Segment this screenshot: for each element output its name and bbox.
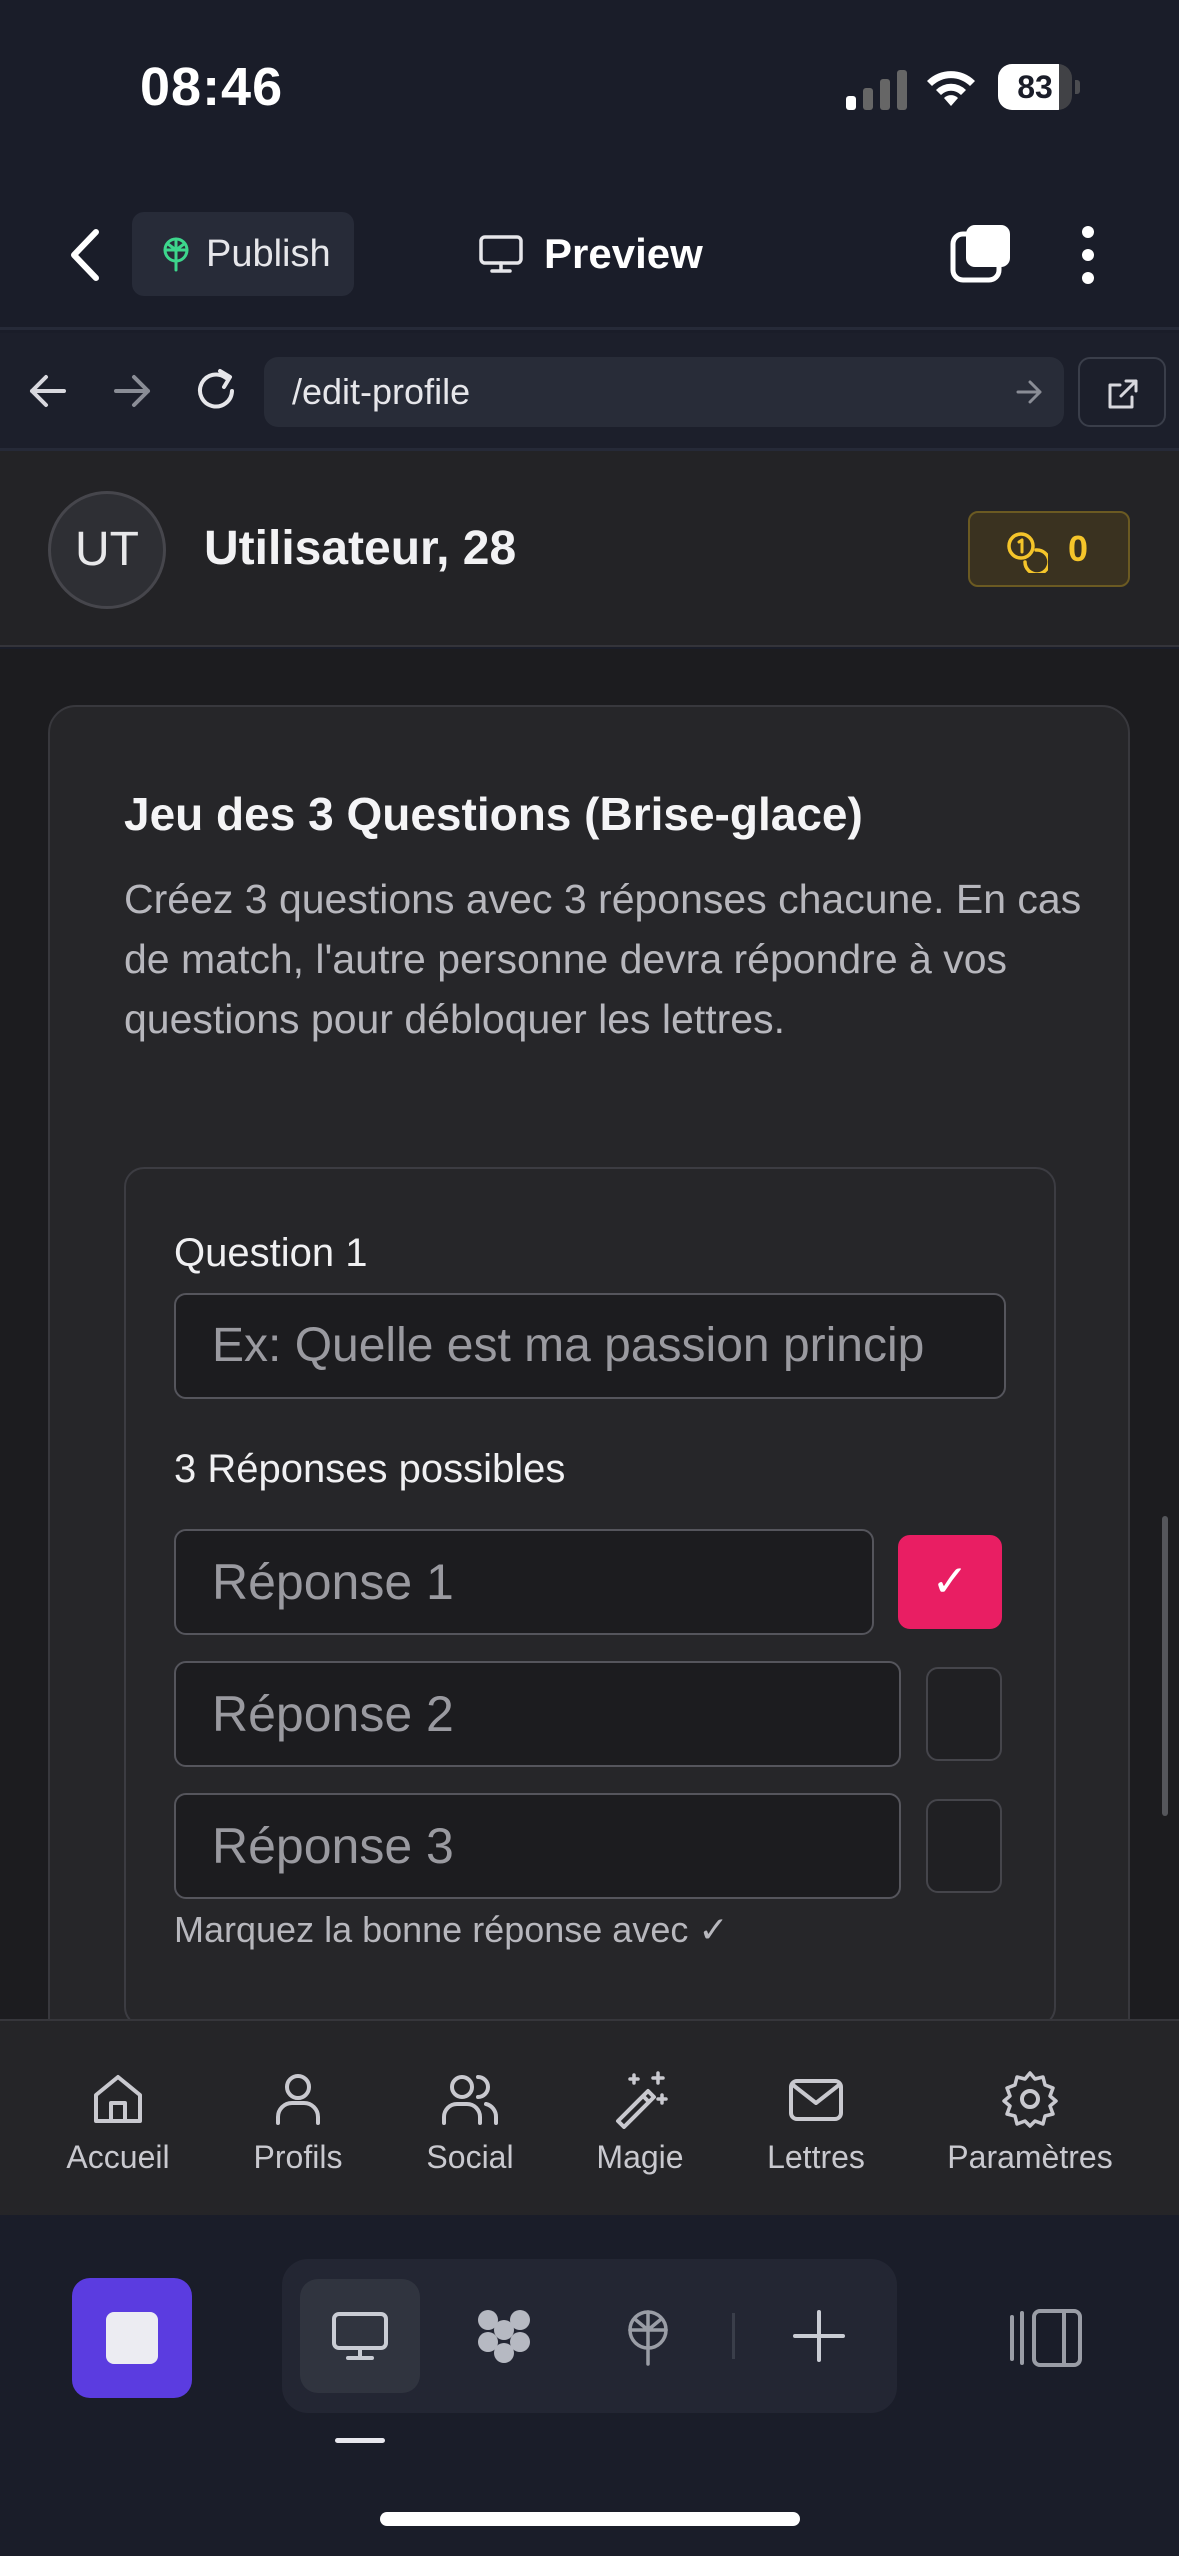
browser-bar: /edit-profile (0, 333, 1179, 451)
url-text: /edit-profile (292, 371, 471, 412)
preview-view-button[interactable] (300, 2279, 420, 2393)
monitor-icon (479, 235, 523, 273)
more-options-icon[interactable] (1070, 224, 1106, 286)
cellular-signal-icon (846, 70, 907, 110)
icebreaker-card: Jeu des 3 Questions (Brise-glace) Créez … (48, 705, 1130, 2019)
tab-profils[interactable]: Profils (228, 2021, 368, 2217)
app-header: Publish Preview (0, 180, 1179, 330)
tabs-icon[interactable] (950, 222, 1014, 286)
profile-header: UT Utilisateur, 28 0 (0, 451, 1179, 647)
tab-social[interactable]: Social (400, 2021, 540, 2217)
url-bar[interactable]: /edit-profile (264, 357, 1064, 427)
coins-icon (1007, 532, 1048, 573)
home-indicator[interactable] (380, 2512, 800, 2526)
mail-icon (789, 2079, 843, 2121)
dev-toolbar (0, 2215, 1179, 2556)
correct-checkbox-2[interactable] (926, 1667, 1002, 1761)
publish-icon (628, 2310, 668, 2366)
browser-forward-icon[interactable] (106, 365, 158, 417)
tab-magie[interactable]: Magie (570, 2021, 710, 2217)
publish-icon (163, 237, 189, 272)
users-icon (442, 2075, 498, 2125)
preview-label: Preview (544, 230, 703, 277)
gear-icon (1002, 2071, 1058, 2128)
answer-placeholder: Réponse 3 (212, 1818, 454, 1874)
scrollbar[interactable] (1162, 1516, 1168, 1816)
battery-level: 83 (1017, 69, 1053, 105)
side-panel-icon[interactable] (1008, 2307, 1084, 2369)
publish-label: Publish (206, 233, 331, 275)
bottom-tab-bar: Accueil Profils Social Magie Lettres Par… (0, 2019, 1179, 2215)
user-icon (276, 2074, 320, 2125)
answer-placeholder: Réponse 1 (212, 1554, 454, 1610)
go-arrow-icon[interactable] (1014, 377, 1044, 407)
coins-count: 0 (1068, 528, 1089, 569)
magic-wand-icon (616, 2071, 668, 2129)
tab-accueil[interactable]: Accueil (38, 2021, 198, 2217)
status-bar: 08:46 83 (0, 0, 1179, 180)
question-label: Question 1 (174, 1231, 368, 1275)
add-button[interactable] (759, 2279, 879, 2393)
correct-checkbox-3[interactable] (926, 1799, 1002, 1893)
monitor-icon (332, 2312, 388, 2360)
card-title: Jeu des 3 Questions (Brise-glace) (124, 788, 863, 840)
external-link-icon (1108, 379, 1138, 409)
stop-icon (106, 2312, 158, 2364)
card-description: Créez 3 questions avec 3 réponses chacun… (124, 876, 1082, 1042)
clock: 08:46 (140, 57, 284, 117)
answer-input-1[interactable]: Réponse 1 (174, 1529, 874, 1635)
question-placeholder: Ex: Quelle est ma passion princip (212, 1319, 925, 1372)
divider (732, 2313, 735, 2359)
answer-input-2[interactable]: Réponse 2 (174, 1661, 901, 1767)
battery-icon: 83 (998, 64, 1080, 110)
wifi-icon (927, 71, 975, 106)
answers-label: 3 Réponses possibles (174, 1447, 566, 1491)
view-switcher (282, 2259, 897, 2413)
publish-button[interactable]: Publish (132, 212, 354, 296)
tab-parametres[interactable]: Paramètres (940, 2021, 1120, 2217)
tab-lettres[interactable]: Lettres (746, 2021, 886, 2217)
reload-icon[interactable] (190, 365, 242, 417)
answer-placeholder: Réponse 2 (212, 1686, 454, 1742)
plus-icon (793, 2310, 845, 2362)
hint-text: Marquez la bonne réponse avec ✓ (174, 1909, 729, 1950)
avatar[interactable]: UT (48, 491, 166, 609)
correct-checkbox-1[interactable]: ✓ (898, 1535, 1002, 1629)
open-external-button[interactable] (1078, 357, 1166, 427)
apps-view-button[interactable] (444, 2279, 564, 2393)
back-chevron-icon[interactable] (62, 222, 110, 288)
stop-button[interactable] (72, 2278, 192, 2398)
grid-blob-icon (478, 2310, 530, 2363)
answer-input-3[interactable]: Réponse 3 (174, 1793, 901, 1899)
profile-name: Utilisateur, 28 (204, 522, 517, 575)
question-block: Question 1 Ex: Quelle est ma passion pri… (124, 1167, 1056, 2019)
question-input[interactable]: Ex: Quelle est ma passion princip (174, 1293, 1006, 1399)
main-content: Jeu des 3 Questions (Brise-glace) Créez … (0, 649, 1179, 2019)
coins-badge[interactable]: 0 (968, 511, 1130, 587)
active-indicator (335, 2438, 385, 2443)
home-icon (94, 2075, 142, 2123)
browser-back-icon[interactable] (22, 365, 74, 417)
deploy-view-button[interactable] (588, 2279, 708, 2393)
